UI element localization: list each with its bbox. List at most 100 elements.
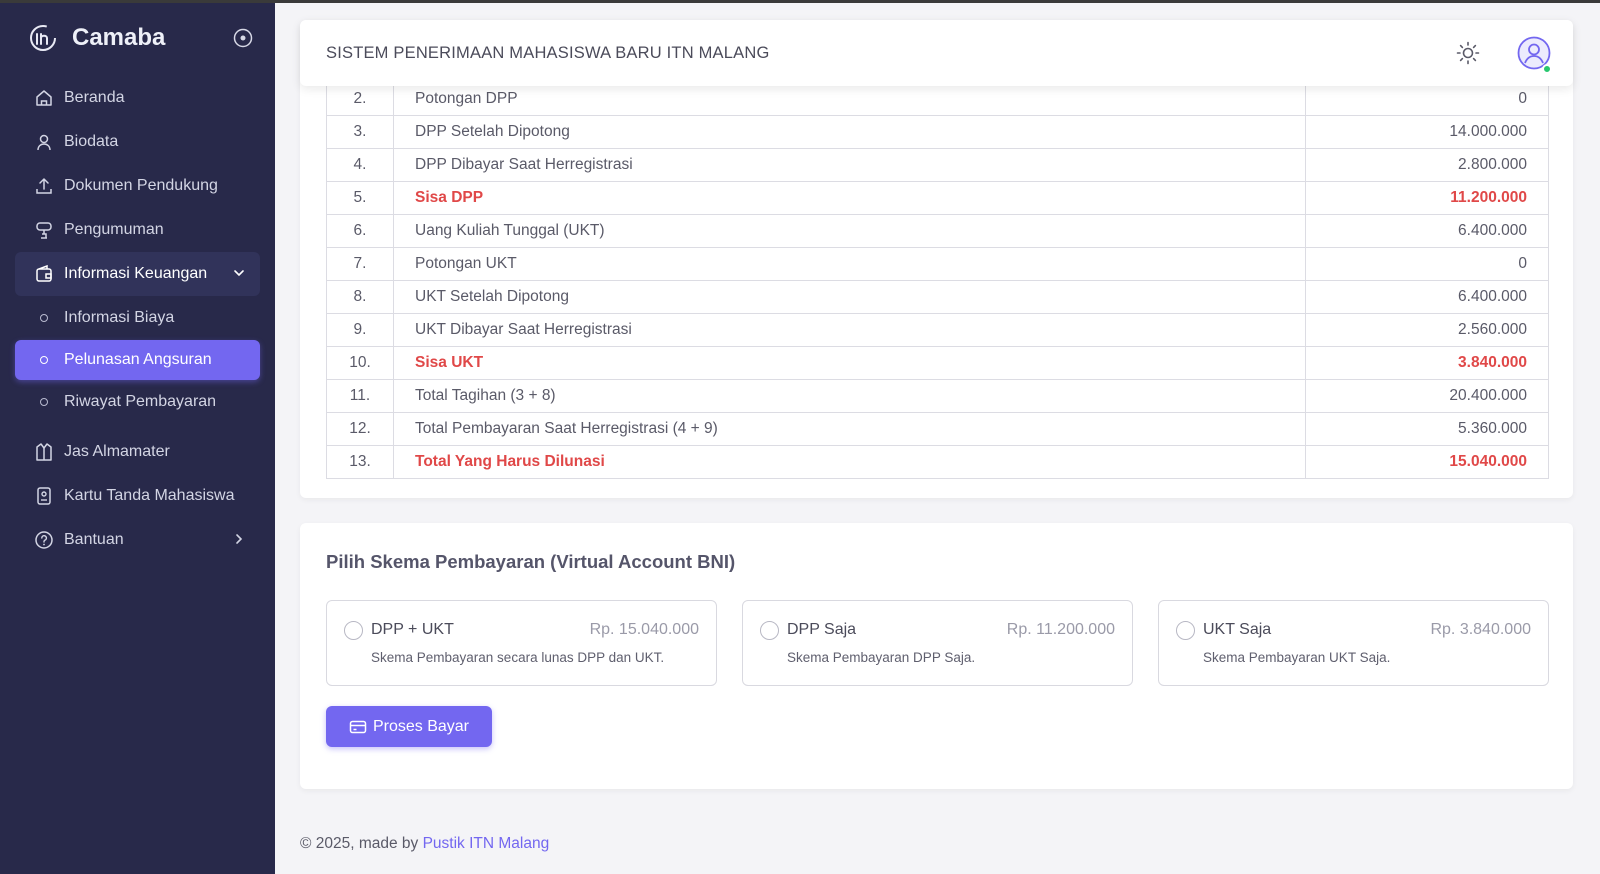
table-row: 5. Sisa DPP 11.200.000: [326, 181, 1549, 215]
circle-bullet-icon: [34, 398, 54, 406]
radio-button[interactable]: [760, 621, 779, 640]
row-number: 11.: [326, 379, 394, 413]
row-description: UKT Dibayar Saat Herregistrasi: [393, 313, 1306, 347]
footer: © 2025, made by Pustik ITN Malang: [300, 835, 549, 853]
row-value: 0: [1305, 247, 1549, 281]
footer-text: © 2025, made by: [300, 835, 423, 852]
row-description: Sisa UKT: [393, 346, 1306, 380]
sidebar-item-dokumen-pendukung[interactable]: Dokumen Pendukung: [15, 164, 260, 208]
row-number: 6.: [326, 214, 394, 248]
radio-button[interactable]: [344, 621, 363, 640]
row-value: 6.400.000: [1305, 214, 1549, 248]
row-number: 12.: [326, 412, 394, 446]
main-content: 2. Potongan DPP 0 3. DPP Setelah Dipotong 14.…: [275, 0, 1600, 874]
row-number: 2.: [326, 82, 394, 116]
brand[interactable]: Camaba: [28, 22, 253, 54]
row-value: 6.400.000: [1305, 280, 1549, 314]
table-row: 8. UKT Setelah Dipotong 6.400.000: [326, 280, 1549, 314]
wallet-icon: [34, 264, 54, 284]
sidebar-item-label: Pengumuman: [64, 221, 164, 238]
sidebar-subitem-label: Pelunasan Angsuran: [64, 351, 212, 368]
row-description: DPP Dibayar Saat Herregistrasi: [393, 148, 1306, 182]
row-number: 13.: [326, 445, 394, 479]
home-icon: [34, 88, 54, 108]
sidebar-item-kartu-tanda-mahasiswa[interactable]: Kartu Tanda Mahasiswa: [15, 474, 260, 518]
table-row: 12. Total Pembayaran Saat Herregistrasi (…: [326, 412, 1549, 446]
row-value: 14.000.000: [1305, 115, 1549, 149]
help-icon: [34, 530, 54, 550]
row-description: Total Pembayaran Saat Herregistrasi (4 +…: [393, 412, 1306, 446]
theme-toggle-sun-icon[interactable]: [1455, 40, 1481, 66]
option-price: Rp. 3.840.000: [1430, 621, 1531, 638]
row-description: UKT Setelah Dipotong: [393, 280, 1306, 314]
payment-option-dpp[interactable]: DPP Saja Rp. 11.200.000 Skema Pembayaran…: [742, 600, 1133, 686]
sidebar-item-label: Dokumen Pendukung: [64, 177, 218, 194]
sidebar-item-label: Informasi Keuangan: [64, 265, 208, 282]
window-top-border: [0, 0, 1600, 3]
fee-table: 2. Potongan DPP 0 3. DPP Setelah Dipotong 14.…: [326, 82, 1549, 479]
itn-logo-icon: [30, 25, 56, 51]
row-description: Potongan DPP: [393, 82, 1306, 116]
sidebar-item-label: Bantuan: [64, 531, 124, 548]
circle-bullet-icon: [34, 356, 54, 364]
row-number: 8.: [326, 280, 394, 314]
radio-button[interactable]: [1176, 621, 1195, 640]
chevron-down-icon: [234, 270, 244, 277]
top-navbar: SISTEM PENERIMAAN MAHASISWA BARU ITN MAL…: [300, 20, 1573, 86]
brand-name: Camaba: [72, 24, 166, 51]
sidebar-toggle-icon[interactable]: [233, 28, 253, 48]
page-title: SISTEM PENERIMAAN MAHASISWA BARU ITN MAL…: [326, 43, 770, 62]
table-row: 13. Total Yang Harus Dilunasi 15.040.000: [326, 445, 1549, 479]
sidebar-subitem-pelunasan-angsuran[interactable]: Pelunasan Angsuran: [15, 340, 260, 380]
sidebar-item-label: Biodata: [64, 133, 119, 150]
row-value: 15.040.000: [1305, 445, 1549, 479]
sidebar-subitem-informasi-biaya[interactable]: Informasi Biaya: [15, 298, 260, 338]
sidebar-item-beranda[interactable]: Beranda: [15, 76, 260, 120]
id-card-icon: [34, 486, 54, 506]
online-status-dot: [1542, 64, 1552, 74]
credit-card-icon: [349, 720, 367, 733]
row-value: 0: [1305, 82, 1549, 116]
sidebar-item-pengumuman[interactable]: Pengumuman: [15, 208, 260, 252]
process-payment-button[interactable]: Proses Bayar: [326, 706, 492, 747]
row-number: 7.: [326, 247, 394, 281]
row-description: Sisa DPP: [393, 181, 1306, 215]
sidebar: Camaba Beranda Biodata Dokumen Pendukung: [0, 0, 275, 874]
row-value: 3.840.000: [1305, 346, 1549, 380]
presentation-icon: [34, 220, 54, 240]
sidebar-item-biodata[interactable]: Biodata: [15, 120, 260, 164]
user-icon: [34, 132, 54, 152]
row-description: Total Tagihan (3 + 8): [393, 379, 1306, 413]
table-row: 10. Sisa UKT 3.840.000: [326, 346, 1549, 380]
row-description: DPP Setelah Dipotong: [393, 115, 1306, 149]
option-name: UKT Saja: [1203, 621, 1272, 638]
row-number: 9.: [326, 313, 394, 347]
option-name: DPP + UKT: [371, 621, 454, 638]
row-number: 4.: [326, 148, 394, 182]
process-payment-label: Proses Bayar: [372, 717, 470, 735]
footer-link[interactable]: Pustik ITN Malang: [423, 835, 550, 852]
payment-option-dpp-ukt[interactable]: DPP + UKT Rp. 15.040.000 Skema Pembayara…: [326, 600, 717, 686]
sidebar-item-informasi-keuangan[interactable]: Informasi Keuangan: [15, 252, 260, 296]
row-value: 2.800.000: [1305, 148, 1549, 182]
payment-option-ukt[interactable]: UKT Saja Rp. 3.840.000 Skema Pembayaran …: [1158, 600, 1549, 686]
table-row: 6. Uang Kuliah Tunggal (UKT) 6.400.000: [326, 214, 1549, 248]
sidebar-item-bantuan[interactable]: Bantuan: [15, 518, 260, 562]
option-price: Rp. 11.200.000: [1006, 621, 1115, 638]
sidebar-menu: Beranda Biodata Dokumen Pendukung Pengum…: [15, 76, 260, 562]
row-number: 5.: [326, 181, 394, 215]
row-number: 3.: [326, 115, 394, 149]
table-row: 7. Potongan UKT 0: [326, 247, 1549, 281]
payment-scheme-card: Pilih Skema Pembayaran (Virtual Account …: [300, 523, 1573, 789]
row-value: 2.560.000: [1305, 313, 1549, 347]
table-row: 3. DPP Setelah Dipotong 14.000.000: [326, 115, 1549, 149]
payment-section-title: Pilih Skema Pembayaran (Virtual Account …: [326, 551, 736, 572]
chevron-right-icon: [236, 534, 243, 544]
sidebar-item-label: Jas Almamater: [64, 443, 170, 460]
sidebar-subitem-riwayat-pembayaran[interactable]: Riwayat Pembayaran: [15, 382, 260, 422]
sidebar-item-jas-almamater[interactable]: Jas Almamater: [15, 430, 260, 474]
row-description: Uang Kuliah Tunggal (UKT): [393, 214, 1306, 248]
table-row: 11. Total Tagihan (3 + 8) 20.400.000: [326, 379, 1549, 413]
row-value: 5.360.000: [1305, 412, 1549, 446]
table-row: 9. UKT Dibayar Saat Herregistrasi 2.560.00…: [326, 313, 1549, 347]
